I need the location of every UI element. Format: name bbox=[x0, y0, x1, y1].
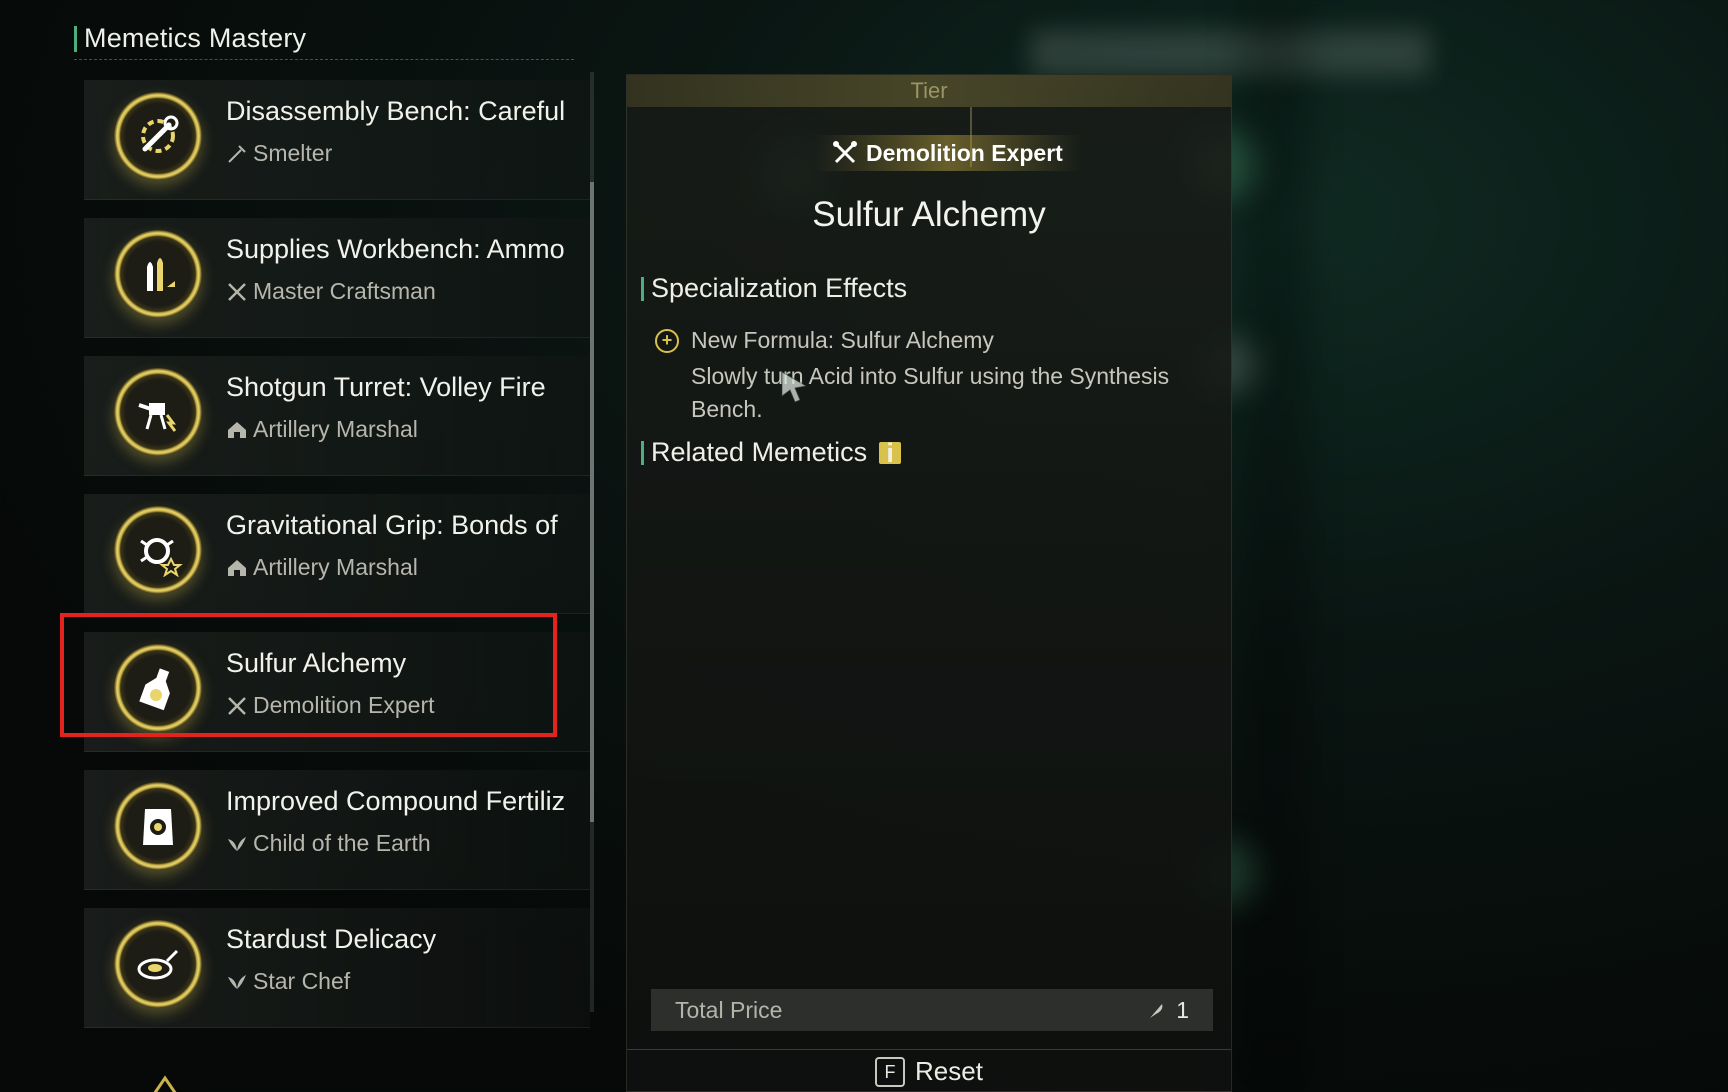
total-price-bar: Total Price 1 bbox=[651, 989, 1213, 1031]
item-specialization: Child of the Earth bbox=[226, 830, 431, 857]
related-heading-label: Related Memetics bbox=[651, 437, 868, 467]
plus-circle-icon: + bbox=[655, 329, 679, 353]
item-specialization: Master Craftsman bbox=[226, 278, 436, 305]
effects-heading: Specialization Effects bbox=[641, 273, 907, 304]
memetics-list-panel: Memetics Mastery Disassembly Bench: Care… bbox=[70, 12, 600, 1092]
item-specialization: Artillery Marshal bbox=[226, 416, 418, 443]
crossed-tools-icon bbox=[833, 141, 857, 164]
effect-title: New Formula: Sulfur Alchemy bbox=[691, 327, 994, 353]
specialization-label: Star Chef bbox=[253, 968, 351, 994]
fertilizer-bag-icon bbox=[114, 782, 202, 870]
reset-button[interactable]: F Reset bbox=[627, 1049, 1231, 1092]
mouse-cursor-icon bbox=[781, 371, 808, 403]
reset-label: Reset bbox=[915, 1056, 983, 1086]
item-name: Stardust Delicacy bbox=[226, 924, 437, 954]
list-scrollbar[interactable] bbox=[590, 72, 594, 1012]
list-item[interactable]: Stardust Delicacy Star Chef bbox=[84, 898, 590, 1036]
item-name: Gravitational Grip: Bonds of bbox=[226, 510, 558, 540]
bullets-icon bbox=[114, 230, 202, 318]
item-specialization: Artillery Marshal bbox=[226, 554, 418, 581]
memetic-title: Sulfur Alchemy bbox=[812, 195, 1046, 234]
tier-header: Tier bbox=[627, 75, 1231, 107]
background-infrastructure-title bbox=[1030, 30, 1430, 76]
specialization-name: Demolition Expert bbox=[866, 139, 1063, 166]
related-heading: Related Memetics i bbox=[641, 437, 902, 468]
item-name: Improved Compound Fertiliz bbox=[226, 786, 566, 816]
item-name: Shotgun Turret: Volley Fire bbox=[226, 372, 546, 402]
item-specialization: Smelter bbox=[226, 140, 332, 167]
partial-item-icon bbox=[140, 1070, 190, 1092]
specialization-label: Smelter bbox=[253, 140, 333, 166]
background-column bbox=[1240, 0, 1310, 1092]
specialization-label: Master Craftsman bbox=[253, 278, 436, 304]
list-item[interactable]: Shotgun Turret: Volley Fire Artillery Ma… bbox=[84, 346, 590, 484]
specialization-label: Artillery Marshal bbox=[253, 554, 418, 580]
grip-icon bbox=[114, 506, 202, 594]
crossed-tools-icon bbox=[228, 282, 246, 301]
panel-header: Memetics Mastery bbox=[74, 18, 574, 60]
leaf-icon bbox=[228, 974, 246, 989]
header-accent bbox=[74, 25, 77, 52]
effect-description: Slowly turn Acid into Sulfur using the S… bbox=[691, 363, 1170, 422]
leaf-icon bbox=[228, 836, 246, 851]
selection-highlight-box bbox=[60, 613, 557, 737]
item-name: Disassembly Bench: Careful bbox=[226, 96, 566, 126]
house-icon bbox=[228, 559, 246, 576]
memetic-detail-panel: Tier Demolition Expert Sulfur Alchemy Sp… bbox=[626, 74, 1232, 1092]
list-item[interactable]: Improved Compound Fertiliz Child of the … bbox=[84, 760, 590, 898]
panel-title: Memetics Mastery bbox=[84, 23, 307, 53]
wrench-gear-icon bbox=[114, 92, 202, 180]
specialization-label: Artillery Marshal bbox=[253, 416, 418, 442]
specialization-tag: Demolition Expert bbox=[814, 135, 1081, 171]
frying-pan-icon bbox=[114, 920, 202, 1008]
item-specialization: Star Chef bbox=[226, 968, 350, 995]
feather-currency-icon bbox=[1150, 1004, 1163, 1018]
turret-icon bbox=[114, 368, 202, 456]
price-amount: 1 bbox=[1176, 996, 1189, 1023]
house-icon bbox=[228, 421, 246, 438]
scroll-thumb[interactable] bbox=[590, 182, 594, 822]
list-item[interactable]: Gravitational Grip: Bonds of Artillery M… bbox=[84, 484, 590, 622]
price-value: 1 bbox=[1146, 997, 1189, 1024]
memetics-list: Disassembly Bench: Careful Smelter Suppl… bbox=[84, 70, 590, 1036]
list-item[interactable]: Supplies Workbench: Ammo Master Craftsma… bbox=[84, 208, 590, 346]
info-icon[interactable]: i bbox=[879, 439, 902, 466]
effects-heading-label: Specialization Effects bbox=[651, 273, 908, 303]
f-key-icon: F bbox=[875, 1056, 906, 1087]
item-name: Supplies Workbench: Ammo bbox=[226, 234, 565, 264]
price-label: Total Price bbox=[675, 996, 783, 1023]
hammer-icon bbox=[228, 144, 246, 163]
specialization-label: Child of the Earth bbox=[253, 830, 431, 856]
list-item[interactable]: Disassembly Bench: Careful Smelter bbox=[84, 70, 590, 208]
